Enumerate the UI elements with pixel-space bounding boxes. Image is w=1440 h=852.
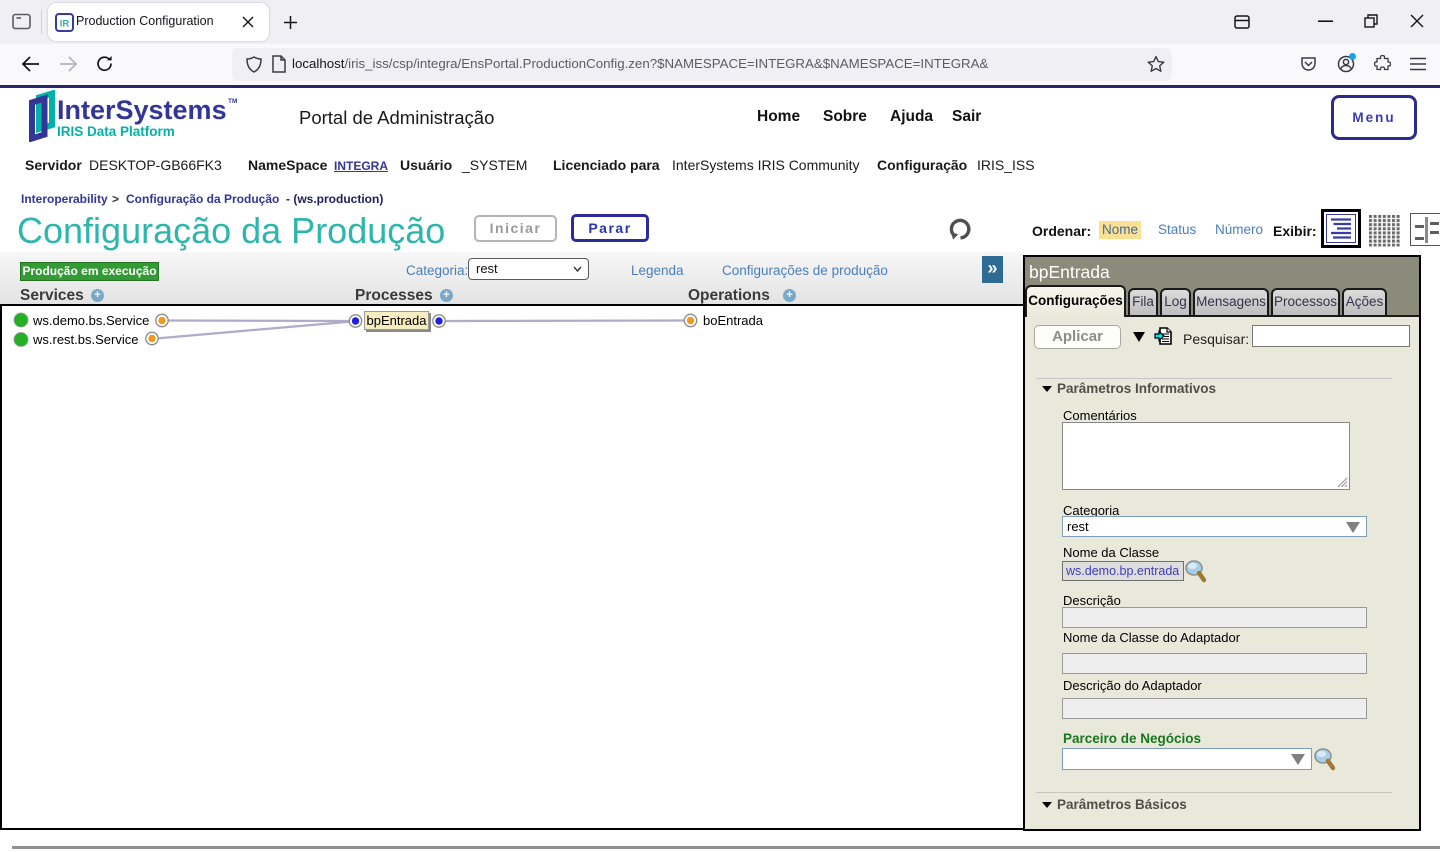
- svg-text:IR: IR: [60, 19, 70, 30]
- svg-text:IRIS Data Platform: IRIS Data Platform: [57, 124, 175, 139]
- svg-text:InterSystems: InterSystems: [57, 95, 227, 125]
- svg-text:TM: TM: [228, 98, 237, 105]
